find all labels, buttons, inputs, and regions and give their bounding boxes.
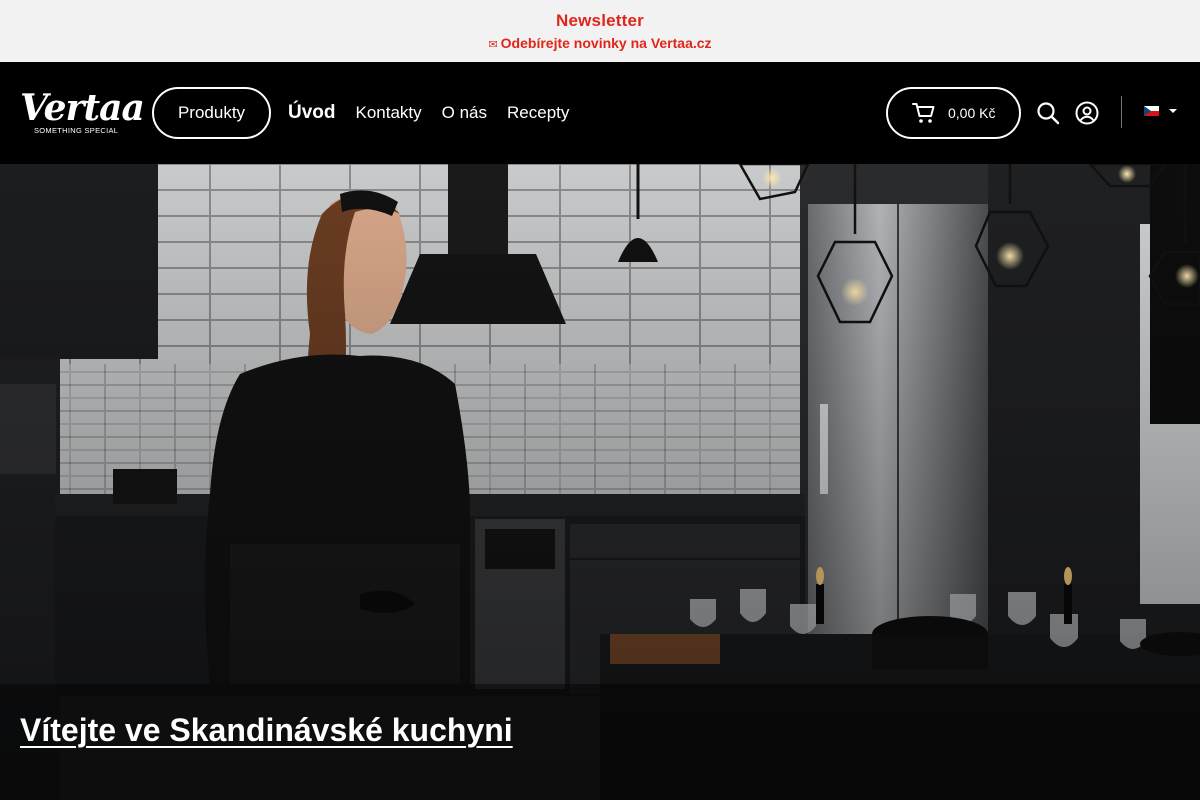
products-button[interactable]: Produkty bbox=[152, 87, 271, 139]
cart-icon bbox=[912, 103, 935, 123]
newsletter-subtitle: Odebírejte novinky na Vertaa.cz bbox=[500, 35, 712, 51]
newsletter-bar[interactable]: Newsletter ✉ Odebírejte novinky na Vertaa… bbox=[0, 0, 1200, 62]
account-button[interactable] bbox=[1075, 101, 1099, 125]
cart-button[interactable]: 0,00 Kč bbox=[886, 87, 1021, 139]
nav-item-contacts[interactable]: Kontakty bbox=[356, 103, 422, 123]
chevron-down-icon bbox=[1169, 109, 1177, 113]
search-icon bbox=[1037, 102, 1060, 125]
main-nav: Úvod Kontakty O nás Recepty bbox=[288, 62, 589, 164]
hero-image bbox=[0, 164, 1200, 800]
site-header: Vertaa SOMETHING SPECIAL Produkty Úvod K… bbox=[0, 62, 1200, 164]
header-divider bbox=[1121, 96, 1122, 128]
search-button[interactable] bbox=[1036, 101, 1060, 125]
logo-tagline: SOMETHING SPECIAL bbox=[34, 126, 119, 135]
nav-item-recipes[interactable]: Recepty bbox=[507, 103, 569, 123]
newsletter-title[interactable]: Newsletter bbox=[0, 11, 1200, 31]
account-icon bbox=[1075, 101, 1099, 125]
hero-banner: Vítejte ve Skandinávské kuchyni bbox=[0, 164, 1200, 800]
czech-flag-icon bbox=[1144, 106, 1159, 116]
newsletter-subscribe-link[interactable]: ✉ Odebírejte novinky na Vertaa.cz bbox=[0, 35, 1200, 51]
nav-item-home[interactable]: Úvod bbox=[288, 102, 336, 124]
envelope-icon: ✉ bbox=[488, 39, 498, 51]
language-selector[interactable] bbox=[1144, 106, 1177, 116]
logo[interactable]: Vertaa SOMETHING SPECIAL bbox=[20, 87, 145, 138]
logo-wordmark: Vertaa bbox=[20, 87, 145, 129]
hero-title-link[interactable]: Vítejte ve Skandinávské kuchyni bbox=[20, 712, 513, 749]
cart-amount: 0,00 Kč bbox=[948, 105, 996, 121]
nav-item-about[interactable]: O nás bbox=[442, 103, 487, 123]
